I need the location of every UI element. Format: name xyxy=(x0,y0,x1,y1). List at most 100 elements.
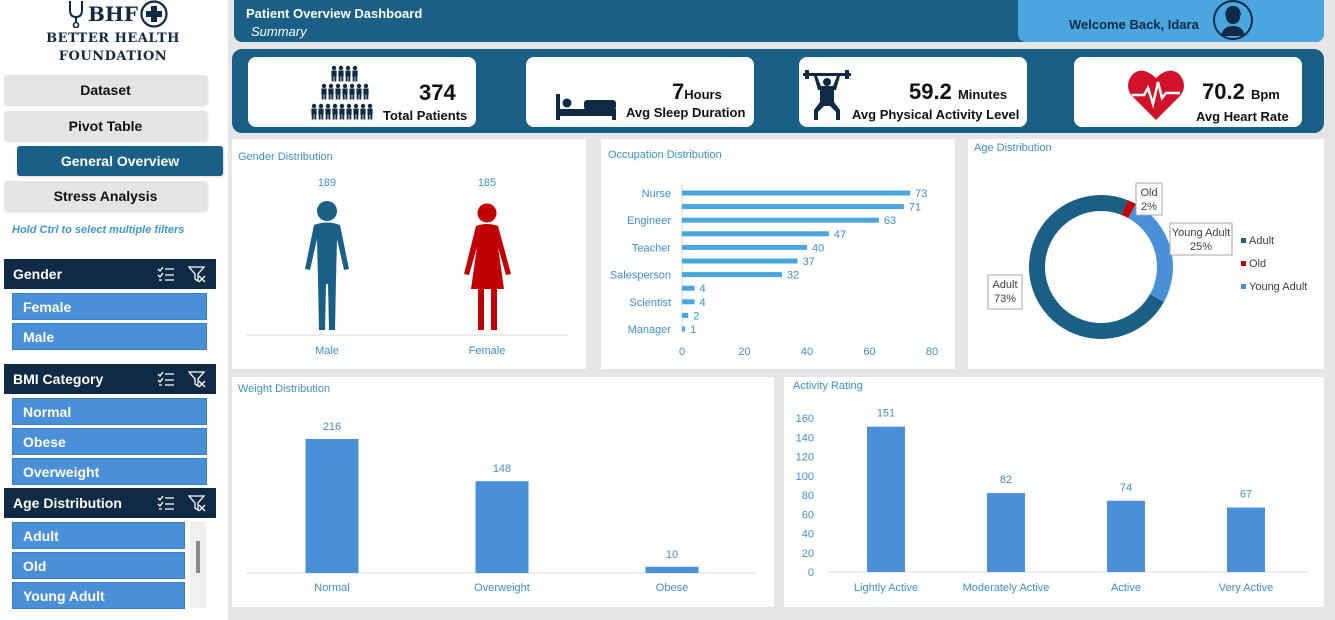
heart-rate-icon xyxy=(1128,70,1184,120)
kpi-activity-value: 59.2 Minutes xyxy=(909,79,1007,105)
age-callout-name: Adult xyxy=(992,279,1017,291)
sidebar: BHF BETTER HEALTH FOUNDATION Dataset Piv… xyxy=(0,0,226,620)
occupation-tick-label: 60 xyxy=(863,346,875,358)
occupation-bar xyxy=(682,244,807,250)
occupation-value-label: 32 xyxy=(787,270,799,282)
occupation-value-label: 71 xyxy=(909,202,921,214)
clear-filter-icon[interactable] xyxy=(188,370,206,388)
activity-tick-label: 60 xyxy=(802,509,814,521)
occupation-bar xyxy=(682,258,798,264)
occupation-bar xyxy=(682,190,911,196)
occupation-tick-label: 0 xyxy=(679,346,685,358)
occupation-bar xyxy=(682,285,695,291)
age-slicer-title: Age Distribution xyxy=(13,495,122,511)
activity-value-label: 82 xyxy=(1000,474,1012,486)
occupation-category-label: Engineer xyxy=(627,215,671,227)
bed-icon xyxy=(556,94,616,120)
age-legend-label: Adult xyxy=(1249,235,1274,247)
weight-value-label: 148 xyxy=(493,463,511,475)
slicer-scrollbar-thumb[interactable] xyxy=(196,541,200,573)
gender-value-label: 185 xyxy=(478,177,496,189)
activity-tick-label: 140 xyxy=(796,432,814,444)
occupation-value-label: 37 xyxy=(803,256,815,268)
stethoscope-icon xyxy=(69,1,83,28)
activity-category-label: Moderately Active xyxy=(963,582,1050,594)
slicer-item-obese[interactable]: Obese xyxy=(12,428,207,455)
clear-filter-icon[interactable] xyxy=(188,265,206,283)
kpi-sleep-number: 7 xyxy=(672,79,685,104)
nav-stress-analysis-button[interactable]: Stress Analysis xyxy=(4,181,207,211)
logo-line2: FOUNDATION xyxy=(58,49,168,64)
weight-category-label: Overweight xyxy=(474,582,530,594)
occupation-chart: 73Nurse7163Engineer4740Teacher3732Salesp… xyxy=(610,184,938,358)
occupation-tick-label: 80 xyxy=(926,346,938,358)
age-donut-slice xyxy=(1121,200,1136,219)
occupation-value-label: 63 xyxy=(884,215,896,227)
occupation-value-label: 73 xyxy=(915,188,927,200)
logo-line1: BETTER HEALTH xyxy=(46,31,180,46)
slicer-item-overweight[interactable]: Overweight xyxy=(12,458,207,485)
logo: BHF BETTER HEALTH FOUNDATION xyxy=(0,0,226,72)
activity-tick-label: 100 xyxy=(796,471,814,483)
welcome-text: Welcome Back, Idara xyxy=(1069,17,1199,32)
weight-value-label: 216 xyxy=(323,421,341,433)
nav-dataset-button[interactable]: Dataset xyxy=(4,75,207,105)
bmi-slicer-title: BMI Category xyxy=(13,371,104,387)
avatar-icon[interactable] xyxy=(1212,0,1254,42)
age-chart: Adult 73% Old 2% Young Adult 25% Adult Old Young… xyxy=(987,182,1307,339)
page-subtitle: Summary xyxy=(251,24,307,39)
multi-select-icon[interactable] xyxy=(157,494,175,512)
weight-category-label: Normal xyxy=(314,582,349,594)
activity-tick-label: 160 xyxy=(796,413,814,425)
occupation-bar xyxy=(682,231,829,237)
age-legend-label: Old xyxy=(1249,258,1266,270)
activity-value-label: 151 xyxy=(877,408,895,420)
activity-tick-label: 20 xyxy=(802,548,814,560)
clear-filter-icon[interactable] xyxy=(188,494,206,512)
nav-pivot-table-button[interactable]: Pivot Table xyxy=(4,111,207,141)
activity-bar xyxy=(1107,500,1145,572)
slicer-item-normal[interactable]: Normal xyxy=(12,398,207,425)
age-legend-swatch xyxy=(1241,238,1246,243)
age-callout-name: Young Adult xyxy=(1172,227,1230,239)
slicer-item-old[interactable]: Old xyxy=(12,552,185,579)
activity-bar xyxy=(1227,507,1265,572)
occupation-tick-label: 20 xyxy=(738,346,750,358)
activity-category-label: Active xyxy=(1111,582,1141,594)
activity-value-label: 74 xyxy=(1120,482,1132,494)
weight-bar xyxy=(475,481,529,573)
kpi-total-patients-value: 374 xyxy=(419,80,456,105)
gender-value-label: 189 xyxy=(318,177,336,189)
slicer-item-young-adult[interactable]: Young Adult xyxy=(12,582,185,609)
occupation-category-label: Nurse xyxy=(642,188,671,200)
slicer-item-male[interactable]: Male xyxy=(12,323,207,350)
kpi-heart-unit: Bpm xyxy=(1250,87,1280,102)
page-title: Patient Overview Dashboard xyxy=(246,6,423,21)
slicer-item-female[interactable]: Female xyxy=(12,293,207,320)
kpi-sleep-label: Avg Sleep Duration xyxy=(626,105,746,120)
male-figure-icon xyxy=(305,201,349,330)
multi-select-icon[interactable] xyxy=(157,370,175,388)
occupation-bar xyxy=(682,299,695,305)
kpi-total-patients-label: Total Patients xyxy=(383,108,468,123)
multi-select-icon[interactable] xyxy=(157,265,175,283)
weight-category-label: Obese xyxy=(656,582,688,594)
kpi-heart-number: 70.2 xyxy=(1202,79,1245,104)
gender-category-label: Male xyxy=(315,345,339,357)
kpi-activity-number: 59.2 xyxy=(909,79,952,104)
dashboard: BHF BETTER HEALTH FOUNDATION Dataset Piv… xyxy=(0,0,1335,620)
gender-slicer-title: Gender xyxy=(13,266,63,282)
age-legend-swatch xyxy=(1241,284,1246,289)
activity-chart: 0 20 40 60 80 100 120 140 160 151 Lightly Active 82… xyxy=(796,408,1308,594)
slicer-item-adult[interactable]: Adult xyxy=(12,522,185,549)
occupation-value-label: 40 xyxy=(812,242,824,254)
weight-bar xyxy=(645,566,699,573)
logo-abbr: BHF xyxy=(88,2,138,26)
activity-tick-label: 80 xyxy=(802,490,814,502)
occupation-value-label: 4 xyxy=(700,297,706,309)
weight-chart: 216 Normal 148 Overweight 10 Obese xyxy=(246,421,756,594)
occupation-bar xyxy=(682,272,782,278)
nav-general-overview-button[interactable]: General Overview xyxy=(17,146,223,176)
activity-tick-label: 120 xyxy=(796,452,814,464)
activity-tick-label: 40 xyxy=(802,529,814,541)
